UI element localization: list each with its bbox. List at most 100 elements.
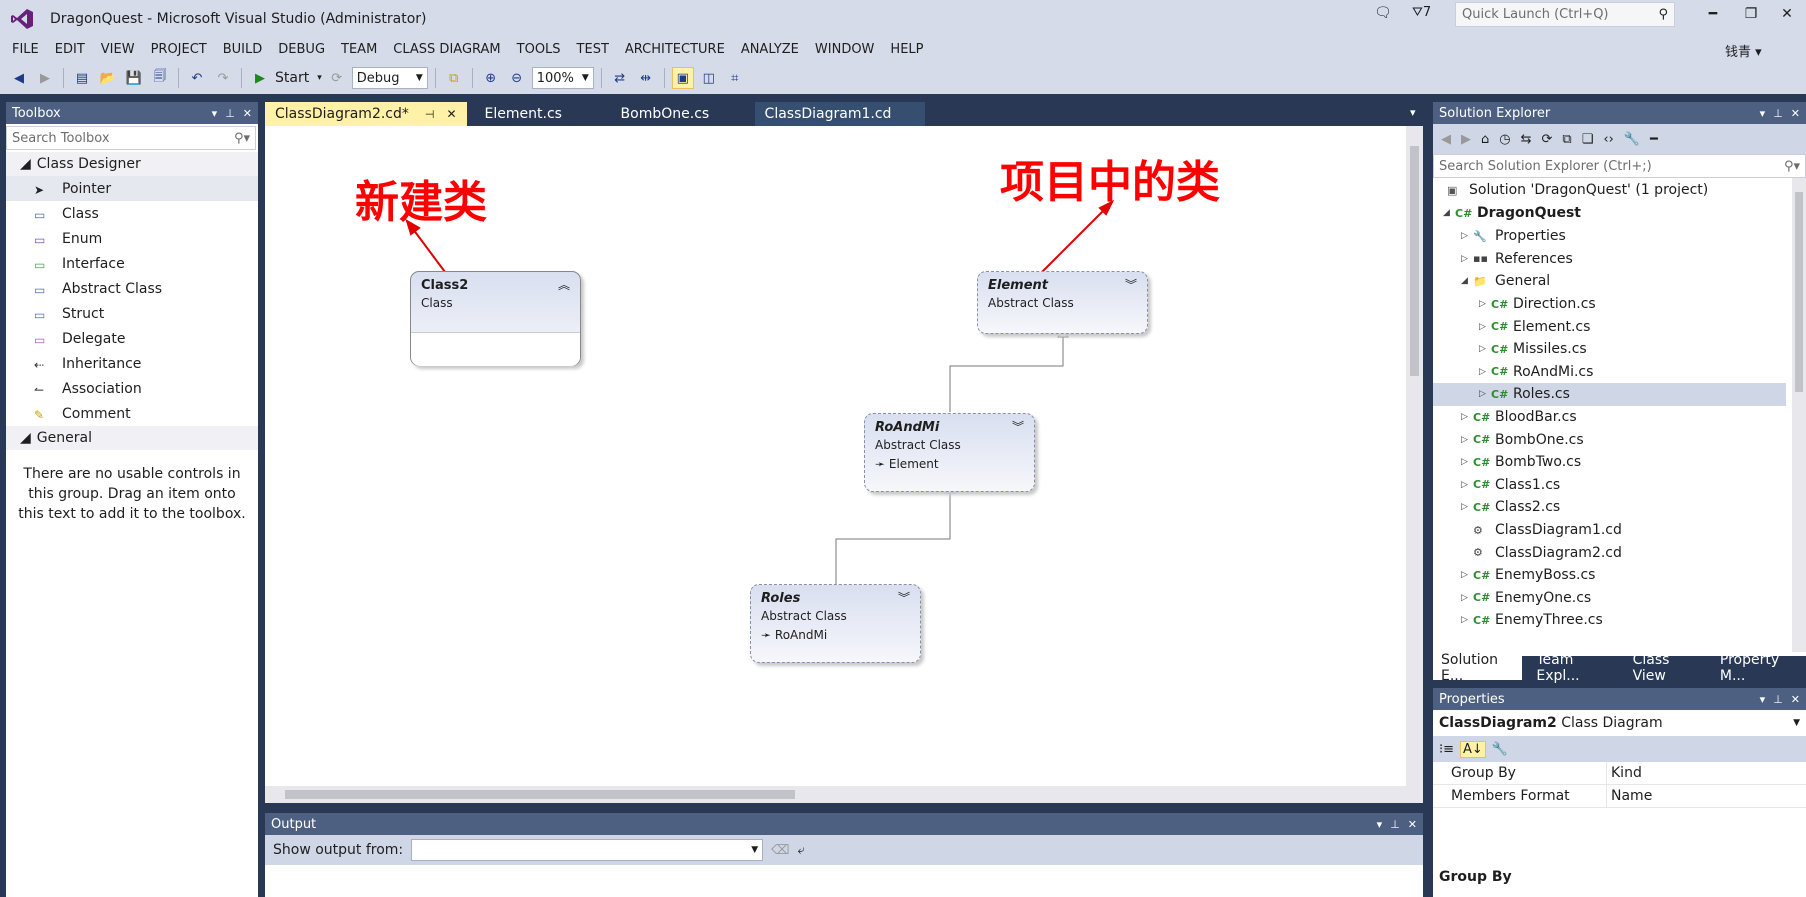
expand-arrow-icon[interactable]: ▷ [1479,322,1491,332]
expand-arrow-icon[interactable]: ▷ [1461,435,1473,445]
restore-button[interactable]: ❐ [1738,6,1764,22]
show-all-icon[interactable]: ❏ [1582,132,1594,147]
toolbox-item-abstract-class[interactable]: ▭ Abstract Class [6,276,258,301]
display-type-icon[interactable]: ◫ [698,67,720,89]
expand-arrow-icon[interactable]: ▷ [1479,344,1491,354]
toolbox-item-association[interactable]: ↼ Association [6,376,258,401]
horizontal-scrollbar[interactable] [265,786,1423,803]
tree-node-class1-cs[interactable]: ▷ C# Class1.cs [1461,474,1560,497]
pin-icon[interactable]: ⊥ [225,107,235,120]
solution-search-input[interactable]: Search Solution Explorer (Ctrl+;) ⚲▾ [1433,154,1806,178]
expand-arrow-icon[interactable]: ▷ [1479,299,1491,309]
view-code-icon[interactable]: ‹› [1603,132,1613,147]
collapse-all-icon[interactable]: ⧉ [1562,132,1571,147]
expand-arrow-icon[interactable]: ▷ [1461,231,1473,241]
menu-file[interactable]: FILE [4,39,47,61]
tree-node-classdiagram1-cd[interactable]: ⚙ ClassDiagram1.cd [1461,519,1622,542]
tree-node-classdiagram2-cd[interactable]: ⚙ ClassDiagram2.cd [1461,541,1622,564]
bottom-tab-1[interactable]: Team Expl... [1528,652,1618,684]
vertical-scrollbar[interactable] [1406,126,1423,786]
expand-arrow-icon[interactable]: ▷ [1461,457,1473,467]
tree-node-element-cs[interactable]: ▷ C# Element.cs [1479,315,1590,338]
property-value[interactable]: Name [1607,788,1652,804]
redo-icon[interactable]: ↷ [212,67,234,89]
save-icon[interactable]: 💾 [123,67,145,89]
back-icon[interactable]: ◀ [8,67,30,89]
dropdown-icon[interactable]: ▾ [1760,693,1766,706]
filter-icon[interactable]: ⛛7 [1412,5,1431,20]
expand-arrow-icon[interactable]: ▷ [1479,389,1491,399]
notification-icon[interactable]: 🗨 [1374,5,1392,21]
class-shape-element[interactable]: Element Abstract Class ︾ [977,271,1148,334]
toolbox-item-interface[interactable]: ▭ Interface [6,251,258,276]
property-row[interactable]: Group By Kind [1433,762,1806,785]
forward-icon[interactable]: ▶ [34,67,56,89]
menu-edit[interactable]: EDIT [47,39,93,61]
menu-tools[interactable]: TOOLS [509,39,569,61]
toolbox-item-inheritance[interactable]: ⇠ Inheritance [6,351,258,376]
pin-icon[interactable]: ⊣ [425,108,435,121]
close-icon[interactable]: ✕ [1791,107,1800,120]
tab-element[interactable]: Element.cs [475,102,603,126]
pin-icon[interactable]: ⊥ [1773,107,1783,120]
tree-node-references[interactable]: ▷ ▪▪ References [1461,248,1573,271]
toolbox-search-input[interactable]: Search Toolbox ⚲▾ [6,126,256,150]
expand-arrow-icon[interactable]: ▷ [1479,367,1491,377]
tab-bombone[interactable]: BombOne.cs [611,102,747,126]
undo-icon[interactable]: ↶ [186,67,208,89]
tree-node-bombtwo-cs[interactable]: ▷ C# BombTwo.cs [1461,451,1581,474]
toolbox-group-class-designer[interactable]: ◢ Class Designer [6,152,258,176]
alphabetical-icon[interactable]: A↓ [1460,740,1486,758]
preview-icon[interactable]: ━ [1650,132,1658,147]
sync-icon[interactable]: ⇆ [1521,132,1532,147]
minimize-button[interactable]: ━ [1700,6,1726,22]
bottom-tab-2[interactable]: Class View [1625,652,1706,684]
expand-arrow-icon[interactable]: ▷ [1461,480,1473,490]
solution-node[interactable]: ▣ Solution 'DragonQuest' (1 project) [1447,179,1708,202]
menu-debug[interactable]: DEBUG [270,39,333,61]
expand-icon[interactable]: ︾ [898,589,910,606]
property-row[interactable]: Members Format Name [1433,785,1806,808]
expand-arrow-icon[interactable]: ▷ [1461,502,1473,512]
project-node[interactable]: ◢ C# DragonQuest [1443,202,1581,225]
forward-icon[interactable]: ▶ [1461,132,1471,147]
menu-team[interactable]: TEAM [333,39,385,61]
zoom-select[interactable]: 100% ▼ [531,67,594,89]
categorized-icon[interactable]: ⁝≡ [1439,742,1454,757]
close-icon[interactable]: ✕ [243,107,252,120]
properties-object-select[interactable]: ClassDiagram2 Class Diagram ▼ [1433,710,1806,736]
close-tab-icon[interactable]: ✕ [446,107,456,121]
layout-diagram-icon[interactable]: ⇄ [609,67,631,89]
expand-arrow-icon[interactable]: ▷ [1461,412,1473,422]
solution-vertical-scrollbar[interactable] [1792,178,1806,652]
start-icon[interactable]: ▶ [249,67,271,89]
refresh-icon[interactable]: ⟳ [1542,132,1553,147]
tree-node-properties[interactable]: ▷ 🔧 Properties [1461,225,1566,248]
properties-icon[interactable]: 🔧 [1624,132,1640,147]
configuration-select[interactable]: Debug ▼ [351,67,428,89]
close-window-button[interactable]: ✕ [1774,6,1800,22]
pin-icon[interactable]: ⊥ [1390,818,1400,831]
zoom-in-icon[interactable]: ⊕ [480,67,502,89]
menu-architecture[interactable]: ARCHITECTURE [617,39,733,61]
close-icon[interactable]: ✕ [1408,818,1417,831]
tab-classdiagram2[interactable]: ClassDiagram2.cd* ⊣ ✕ [265,102,467,126]
pin-icon[interactable]: ⊥ [1773,693,1783,706]
toolbox-group-general[interactable]: ◢ General [6,426,258,450]
tree-node-class2-cs[interactable]: ▷ C# Class2.cs [1461,496,1560,519]
menu-class-diagram[interactable]: CLASS DIAGRAM [385,39,508,61]
property-pages-icon[interactable]: 🔧 [1492,742,1508,757]
quick-launch-input[interactable]: Quick Launch (Ctrl+Q) ⚲ [1455,2,1675,27]
home-icon[interactable]: ⌂ [1481,132,1489,147]
display-name-icon[interactable]: ▣ [671,67,694,89]
tree-node-roles-cs[interactable]: ▷ C# Roles.cs [1433,383,1786,406]
toolbox-item-struct[interactable]: ▭ Struct [6,301,258,326]
property-value[interactable]: Kind [1607,765,1642,781]
start-button[interactable]: Start [275,70,309,86]
expand-icon[interactable]: ︾ [1012,418,1024,435]
close-icon[interactable]: ✕ [1791,693,1800,706]
open-file-icon[interactable]: 📂 [97,67,119,89]
dropdown-icon[interactable]: ▾ [212,107,218,120]
collapse-icon[interactable]: ︽ [558,276,570,293]
bottom-tab-3[interactable]: Property M... [1712,652,1806,684]
